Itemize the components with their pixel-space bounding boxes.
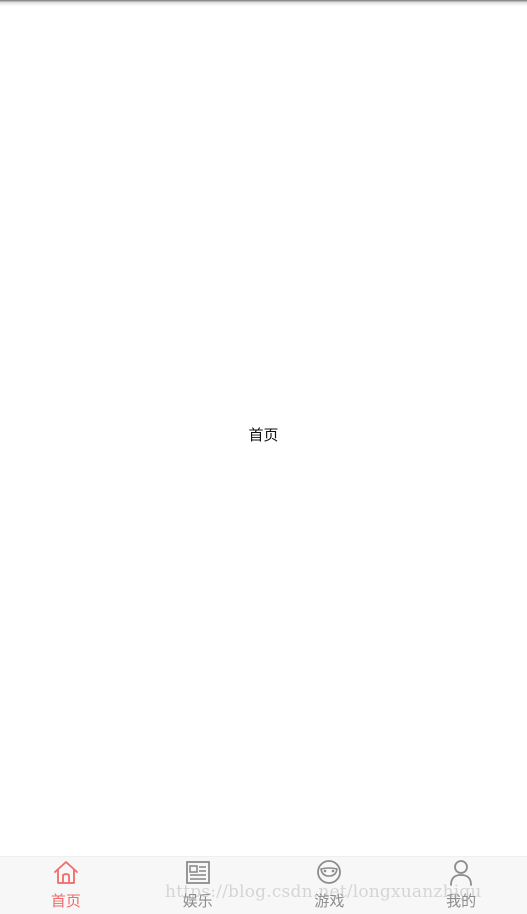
tab-games-label: 游戏: [314, 892, 345, 910]
news-icon: [185, 861, 210, 884]
tab-home-label: 首页: [50, 892, 81, 910]
tab-entertainment[interactable]: 娱乐: [132, 857, 264, 914]
tab-mine[interactable]: 我的: [395, 857, 527, 914]
main-content: 首页: [0, 6, 527, 856]
page-title: 首页: [248, 426, 279, 444]
game-icon: [317, 860, 342, 884]
tab-games[interactable]: 游戏: [264, 857, 396, 914]
tab-entertainment-label: 娱乐: [182, 892, 213, 910]
user-icon: [450, 860, 473, 886]
tab-mine-label: 我的: [446, 892, 477, 910]
home-icon: [53, 861, 78, 884]
tab-home[interactable]: 首页: [0, 857, 132, 914]
bottom-tab-bar: 首页 娱乐 游戏 我的: [0, 856, 527, 914]
